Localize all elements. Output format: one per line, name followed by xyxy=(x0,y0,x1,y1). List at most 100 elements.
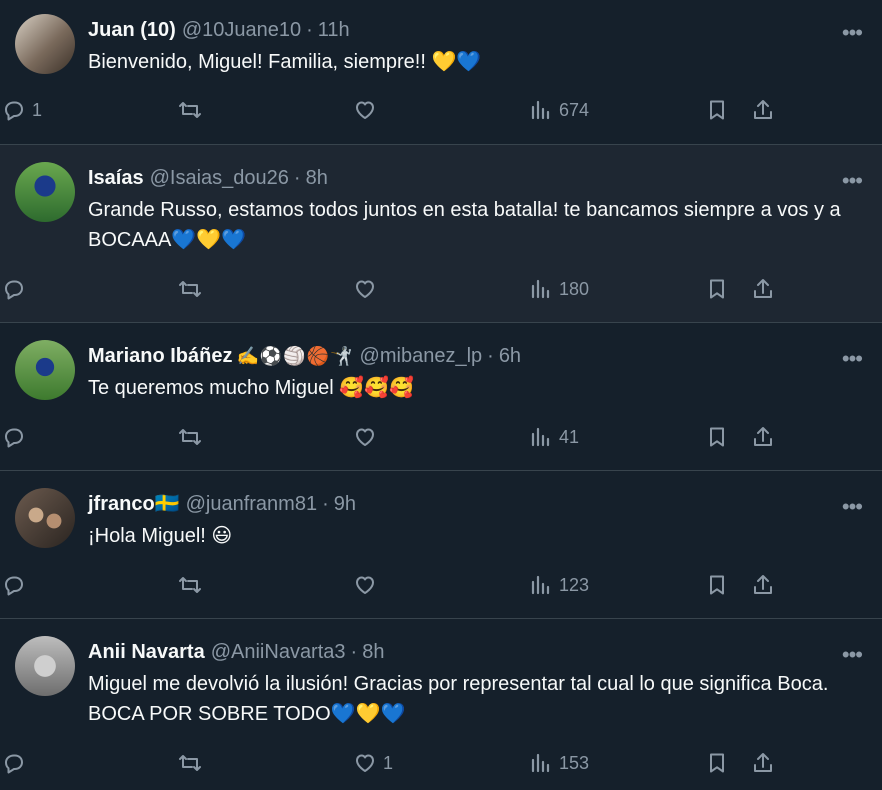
bookmark-icon xyxy=(705,425,729,449)
views-button[interactable]: 41 xyxy=(529,425,579,449)
heart-icon xyxy=(353,425,377,449)
like-count: 1 xyxy=(383,752,394,773)
user-handle[interactable]: @10Juane10 xyxy=(182,17,301,43)
like-button[interactable] xyxy=(353,425,383,449)
tweet-text: ¡Hola Miguel! 😃 xyxy=(88,525,233,547)
views-button[interactable]: 180 xyxy=(529,277,589,301)
reply-icon xyxy=(2,98,26,122)
display-name[interactable]: Mariano Ibáñez xyxy=(88,343,232,369)
reply-button[interactable] xyxy=(2,277,32,301)
bookmark-button[interactable] xyxy=(705,425,729,449)
share-button[interactable] xyxy=(751,98,775,122)
timestamp[interactable]: 11h xyxy=(318,17,350,43)
retweet-button[interactable] xyxy=(178,573,208,597)
view-count: 180 xyxy=(559,278,590,299)
retweet-button[interactable] xyxy=(178,98,208,122)
view-count: 123 xyxy=(559,574,590,595)
reply-icon xyxy=(2,277,26,301)
reply-icon xyxy=(2,573,26,597)
avatar[interactable] xyxy=(15,488,75,548)
share-icon xyxy=(751,751,775,775)
retweet-button[interactable] xyxy=(178,751,208,775)
tweet-header: Juan (10) @10Juane10 · 11h xyxy=(88,0,882,43)
separator-dot: · xyxy=(487,345,494,367)
bookmark-icon xyxy=(705,277,729,301)
bookmark-icon xyxy=(705,573,729,597)
more-icon[interactable]: ••• xyxy=(842,496,863,518)
separator-dot: · xyxy=(293,167,301,189)
views-icon xyxy=(529,573,553,597)
separator-dot: · xyxy=(322,493,329,515)
view-count: 153 xyxy=(559,752,590,773)
reply-count: 1 xyxy=(32,99,43,120)
share-icon xyxy=(751,98,775,122)
retweet-button[interactable] xyxy=(178,425,208,449)
user-handle[interactable]: @mibanez_lp xyxy=(360,343,483,369)
tweet-header: Anii Navarta @AniiNavarta3 · 8h xyxy=(88,619,882,665)
like-button[interactable] xyxy=(353,98,383,122)
heart-icon xyxy=(353,751,377,775)
reply-button[interactable] xyxy=(2,573,32,597)
display-name[interactable]: Isaías xyxy=(88,165,144,191)
timestamp[interactable]: 9h xyxy=(334,491,356,517)
share-button[interactable] xyxy=(751,425,775,449)
bookmark-button[interactable] xyxy=(705,751,729,775)
retweet-icon xyxy=(178,751,202,775)
bookmark-button[interactable] xyxy=(705,277,729,301)
timestamp[interactable]: 6h xyxy=(499,343,521,369)
avatar[interactable] xyxy=(15,636,75,696)
user-handle[interactable]: @Isaias_dou26 xyxy=(150,165,289,191)
name-emojis: ✍️⚽🏐🏀🤺 xyxy=(236,346,354,366)
share-button[interactable] xyxy=(751,751,775,775)
like-button[interactable] xyxy=(353,573,383,597)
views-icon xyxy=(529,751,553,775)
tweet[interactable]: ••• jfranco🇸🇪 @juanfranm81 · 9h ¡Hola Mi… xyxy=(0,471,882,619)
avatar[interactable] xyxy=(15,14,75,74)
bookmark-icon xyxy=(705,98,729,122)
tweet[interactable]: ••• Anii Navarta @AniiNavarta3 · 8h Migu… xyxy=(0,619,882,790)
share-icon xyxy=(751,277,775,301)
share-icon xyxy=(751,573,775,597)
tweet-text: Miguel me devolvió la ilusión! Gracias p… xyxy=(88,673,829,725)
bookmark-button[interactable] xyxy=(705,573,729,597)
display-name[interactable]: Juan (10) xyxy=(88,17,176,43)
tweet[interactable]: ••• Mariano Ibáñez ✍️⚽🏐🏀🤺 @mibanez_lp · … xyxy=(0,323,882,471)
views-icon xyxy=(529,277,553,301)
like-button[interactable] xyxy=(353,277,383,301)
avatar[interactable] xyxy=(15,162,75,222)
timestamp[interactable]: 8h xyxy=(306,165,328,191)
retweet-icon xyxy=(178,277,202,301)
reply-button[interactable]: 1 xyxy=(2,98,42,122)
retweet-icon xyxy=(178,425,202,449)
more-icon[interactable]: ••• xyxy=(842,170,863,192)
like-button[interactable]: 1 xyxy=(353,751,393,775)
reply-button[interactable] xyxy=(2,425,32,449)
heart-icon xyxy=(353,277,377,301)
reply-button[interactable] xyxy=(2,751,32,775)
share-button[interactable] xyxy=(751,277,775,301)
display-name[interactable]: jfranco🇸🇪 xyxy=(88,491,180,517)
tweet[interactable]: ••• Isaías @Isaias_dou26 · 8h Grande Rus… xyxy=(0,145,882,323)
display-name[interactable]: Anii Navarta xyxy=(88,639,205,665)
retweet-icon xyxy=(178,98,202,122)
retweet-button[interactable] xyxy=(178,277,208,301)
avatar[interactable] xyxy=(15,340,75,400)
tweet[interactable]: ••• Juan (10) @10Juane10 · 11h Bienvenid… xyxy=(0,0,882,145)
more-icon[interactable]: ••• xyxy=(842,22,863,44)
tweet-text: Bienvenido, Miguel! Familia, siempre!! 💛… xyxy=(88,51,482,73)
bookmark-icon xyxy=(705,751,729,775)
more-icon[interactable]: ••• xyxy=(842,644,863,666)
more-icon[interactable]: ••• xyxy=(842,348,863,370)
share-button[interactable] xyxy=(751,573,775,597)
views-button[interactable]: 123 xyxy=(529,573,589,597)
timestamp[interactable]: 8h xyxy=(362,639,384,665)
heart-icon xyxy=(353,573,377,597)
retweet-icon xyxy=(178,573,202,597)
user-handle[interactable]: @juanfranm81 xyxy=(186,491,317,517)
bookmark-button[interactable] xyxy=(705,98,729,122)
views-button[interactable]: 674 xyxy=(529,98,589,122)
user-handle[interactable]: @AniiNavarta3 xyxy=(211,639,346,665)
tweet-text: Grande Russo, estamos todos juntos en es… xyxy=(88,199,841,251)
views-button[interactable]: 153 xyxy=(529,751,589,775)
share-icon xyxy=(751,425,775,449)
